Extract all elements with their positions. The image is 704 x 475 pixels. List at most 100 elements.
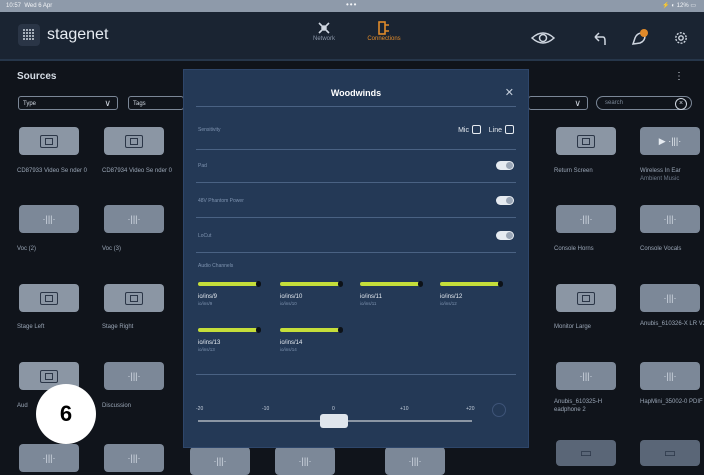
source-settings-dialog: Woodwinds ✕ Sensitivity Mic Line Pad 48V…: [184, 70, 528, 447]
channel-meter[interactable]: io/ins/12 io/ins/12: [440, 281, 503, 306]
tile-label: Anubis_610325-H eadphone 2: [554, 399, 603, 413]
page-title: Sources: [17, 71, 57, 82]
gain-tick: 0: [332, 406, 335, 412]
tile-label: Stage Left: [17, 324, 45, 330]
source-tile[interactable]: ·|||·: [190, 447, 250, 475]
audio-wave-icon: ·|||·: [127, 371, 141, 381]
channel-meter[interactable]: io/ins/13 io/ins/13: [198, 327, 261, 352]
source-tile[interactable]: [556, 284, 616, 312]
close-icon[interactable]: ✕: [505, 86, 514, 99]
divider: [196, 106, 516, 107]
source-tile[interactable]: ·|||·: [640, 362, 700, 390]
status-battery: ⚡ ◐ 12% ▭: [662, 3, 696, 9]
tab-connections[interactable]: Connections: [354, 18, 414, 54]
source-tile[interactable]: ·|||·: [556, 362, 616, 390]
source-tile[interactable]: ·|||·: [104, 444, 164, 472]
locut-toggle[interactable]: [496, 231, 514, 240]
gain-tick: +20: [466, 406, 475, 412]
source-tile[interactable]: ·|||·: [640, 284, 700, 312]
tile-label: Console Vocals: [640, 246, 682, 252]
type-filter[interactable]: Type ∨: [18, 96, 118, 110]
audio-wave-icon: ·|||·: [42, 214, 56, 224]
folder-icon: ▭: [579, 445, 593, 460]
chevron-down-icon: ∨: [104, 98, 111, 108]
tab-network-label: Network: [312, 36, 335, 42]
notification-icon[interactable]: [630, 29, 648, 47]
gain-tick: -10: [262, 406, 270, 412]
channel-name: io/ins/11: [360, 294, 382, 300]
search-placeholder: search: [605, 100, 624, 106]
undo-icon[interactable]: [590, 29, 608, 47]
source-tile[interactable]: ·|||·: [556, 205, 616, 233]
source-tile[interactable]: ▶ ·|||·: [640, 127, 700, 155]
divider: [196, 252, 516, 253]
channel-path: io/ins/9: [198, 301, 213, 306]
folder-tile[interactable]: ▭: [640, 440, 700, 466]
tags-filter-label: Tags: [133, 101, 146, 107]
audio-channels-label: Audio Channels: [198, 263, 234, 269]
channel-meter[interactable]: io/ins/9 io/ins/9: [198, 281, 261, 306]
audio-wave-icon: ·|||·: [408, 456, 422, 466]
source-tile[interactable]: ·|||·: [19, 444, 79, 472]
tab-network[interactable]: Network: [294, 18, 354, 54]
pad-label: Pad: [198, 163, 207, 169]
screen-icon: [40, 369, 58, 383]
network-icon: [318, 22, 330, 34]
phantom-power-label: 48V Phantom Power: [198, 198, 244, 204]
channel-path: io/ins/13: [198, 347, 215, 352]
gain-knob[interactable]: [492, 403, 506, 417]
tab-connections-label: Connections: [367, 36, 401, 42]
clear-search-icon[interactable]: ×: [675, 98, 687, 110]
source-tile[interactable]: ·|||·: [104, 362, 164, 390]
gain-slider-handle[interactable]: [320, 414, 348, 428]
tile-label: HapMini_35002-0 PDIF: [640, 399, 703, 405]
stagenet-logo-icon: [18, 24, 40, 46]
level-meter: [440, 281, 503, 287]
screen-icon: [577, 291, 595, 305]
divider: [196, 374, 516, 375]
source-tile[interactable]: ·|||·: [385, 447, 445, 475]
search-input[interactable]: search ×: [596, 96, 692, 110]
tile-label: Return Screen: [554, 168, 593, 174]
screen-icon: [125, 134, 143, 148]
app-header: stagenet Network Connections: [0, 12, 704, 61]
screen-icon: [40, 291, 58, 305]
source-tile[interactable]: ·|||·: [104, 205, 164, 233]
folder-tile[interactable]: ▭: [556, 440, 616, 466]
tile-label: Discussion: [102, 403, 132, 409]
audio-wave-icon: ·|||·: [663, 371, 677, 381]
audio-wave-icon: ·|||·: [213, 456, 227, 466]
tile-label: Anubis_610326-X LR V2: [640, 321, 704, 327]
pad-toggle[interactable]: [496, 161, 514, 170]
dialog-title: Woodwinds: [330, 88, 382, 98]
sensitivity-label: Sensitivity: [198, 127, 221, 133]
source-tile[interactable]: [556, 127, 616, 155]
status-dots: •••: [346, 0, 358, 9]
source-tile[interactable]: [19, 127, 79, 155]
source-tile[interactable]: ·|||·: [275, 447, 335, 475]
line-checkbox[interactable]: [505, 125, 514, 134]
channel-meter[interactable]: io/ins/14 io/ins/14: [280, 327, 343, 352]
audio-wave-icon: ·|||·: [579, 214, 593, 224]
source-tile[interactable]: [19, 284, 79, 312]
source-tile[interactable]: ·|||·: [640, 205, 700, 233]
source-tile[interactable]: [104, 284, 164, 312]
connections-icon: [378, 21, 389, 35]
channel-meter[interactable]: io/ins/10 io/ins/10: [280, 281, 343, 306]
eye-icon[interactable]: [530, 29, 556, 47]
gain-tick: -20: [196, 406, 204, 412]
source-tile[interactable]: [104, 127, 164, 155]
gain-tick: +10: [400, 406, 409, 412]
audio-wave-icon: ·|||·: [42, 453, 56, 463]
channel-path: io/ins/14: [280, 347, 297, 352]
phantom-power-toggle[interactable]: [496, 196, 514, 205]
tags-filter[interactable]: Tags: [128, 96, 184, 110]
channel-name: io/ins/12: [440, 294, 463, 300]
channel-name: io/ins/14: [280, 340, 303, 346]
mic-checkbox[interactable]: [471, 125, 481, 134]
filter-dropdown[interactable]: ∨: [528, 96, 588, 110]
source-tile[interactable]: ·|||·: [19, 205, 79, 233]
more-menu-icon[interactable]: ⋮: [674, 71, 684, 82]
channel-meter[interactable]: io/ins/11 io/ins/11: [360, 281, 423, 306]
gear-icon[interactable]: [674, 29, 688, 47]
